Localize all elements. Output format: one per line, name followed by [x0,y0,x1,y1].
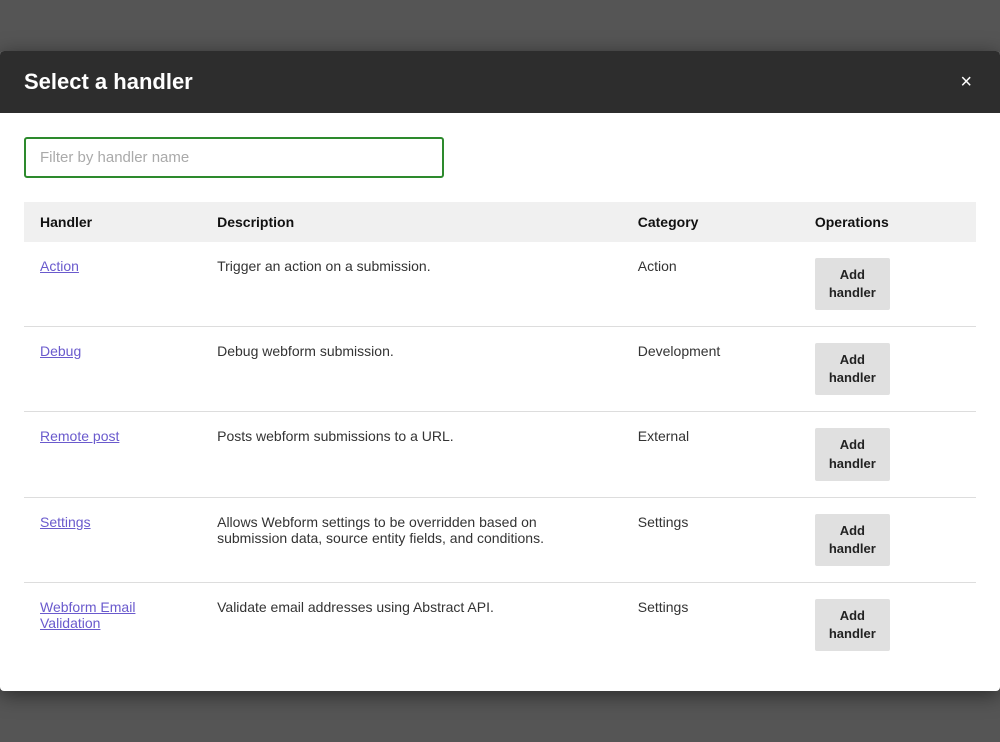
handler-link-1[interactable]: Debug [40,343,81,359]
cell-handler: Remote post [24,412,201,497]
handler-link-3[interactable]: Settings [40,514,91,530]
cell-operations: Add handler [799,412,976,497]
handlers-table: Handler Description Category Operations … [24,202,976,668]
col-header-description: Description [201,202,622,242]
modal-title: Select a handler [24,69,193,95]
table-header: Handler Description Category Operations [24,202,976,242]
add-handler-button-2[interactable]: Add handler [815,428,890,480]
col-header-category: Category [622,202,799,242]
close-button[interactable]: × [956,72,976,92]
cell-category: Action [622,242,799,327]
cell-handler: Debug [24,326,201,411]
table-body: ActionTrigger an action on a submission.… [24,242,976,668]
filter-input[interactable] [24,137,444,178]
cell-description: Posts webform submissions to a URL. [201,412,622,497]
cell-handler: Settings [24,497,201,582]
cell-operations: Add handler [799,497,976,582]
cell-description: Allows Webform settings to be overridden… [201,497,622,582]
table-row: ActionTrigger an action on a submission.… [24,242,976,327]
add-handler-button-1[interactable]: Add handler [815,343,890,395]
cell-description: Debug webform submission. [201,326,622,411]
cell-category: Settings [622,583,799,668]
table-row: Remote post Posts webform submissions to … [24,412,976,497]
handler-link-2[interactable]: Remote post [40,428,119,444]
table-row: Debug Debug webform submission.Developmen… [24,326,976,411]
modal-body: Handler Description Category Operations … [0,113,1000,692]
modal-header: Select a handler × [0,51,1000,113]
cell-category: External [622,412,799,497]
select-handler-modal: Select a handler × Handler Description C… [0,51,1000,692]
cell-handler: Action [24,242,201,327]
table-row: Webform Email Validation Validate email a… [24,583,976,668]
cell-description: Validate email addresses using Abstract … [201,583,622,668]
cell-handler: Webform Email Validation [24,583,201,668]
cell-category: Development [622,326,799,411]
handler-link-0[interactable]: Action [40,258,79,274]
cell-operations: Add handler [799,326,976,411]
table-row: SettingsAllows Webform settings to be ov… [24,497,976,582]
handler-link-4[interactable]: Webform Email Validation [40,599,185,631]
cell-operations: Add handler [799,583,976,668]
col-header-operations: Operations [799,202,976,242]
add-handler-button-4[interactable]: Add handler [815,599,890,651]
col-header-handler: Handler [24,202,201,242]
cell-description: Trigger an action on a submission. [201,242,622,327]
add-handler-button-3[interactable]: Add handler [815,514,890,566]
add-handler-button-0[interactable]: Add handler [815,258,890,310]
cell-operations: Add handler [799,242,976,327]
cell-category: Settings [622,497,799,582]
